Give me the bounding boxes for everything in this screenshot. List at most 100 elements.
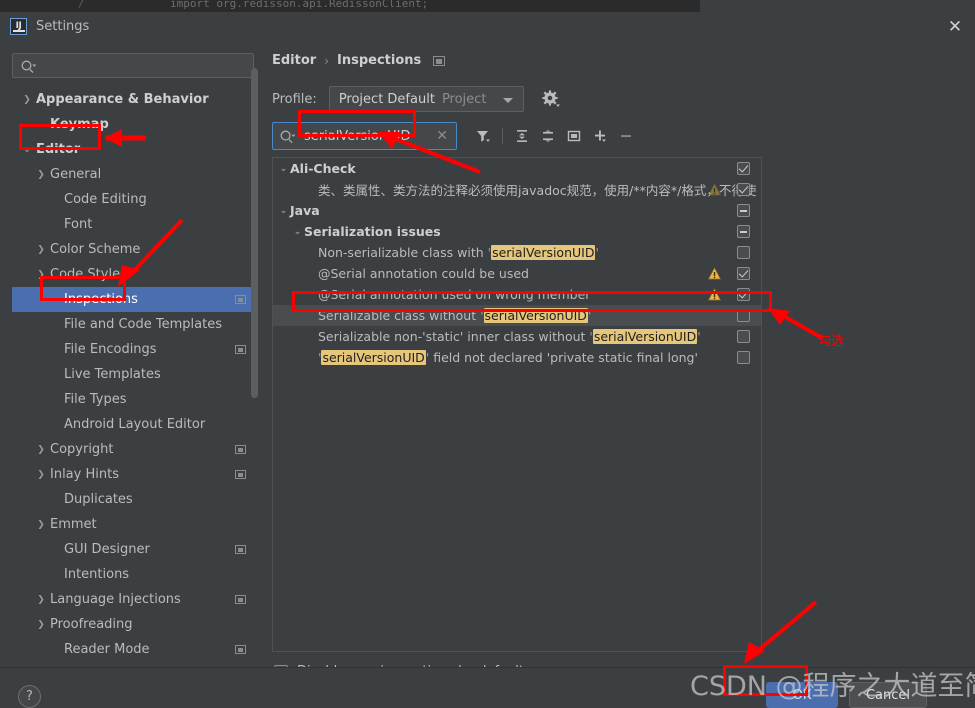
sidebar-item-language-injections[interactable]: ❯ Language Injections (12, 587, 258, 612)
sidebar-item-general[interactable]: ❯ General (12, 162, 258, 187)
inspection-row[interactable]: Serializable non-'static' inner class wi… (273, 326, 761, 347)
sidebar-item-inspections[interactable]: Inspections (12, 287, 258, 312)
chevron-right-icon[interactable]: ❯ (34, 595, 48, 605)
sidebar-item-code-editing[interactable]: Code Editing (12, 187, 258, 212)
inspection-row[interactable]: Non-serializable class with 'serialVersi… (273, 242, 761, 263)
sidebar-item-android-layout-editor[interactable]: Android Layout Editor (12, 412, 258, 437)
settings-tree[interactable]: ❯ Appearance & Behavior Keymap ⌄ Editor ❯ Gene… (12, 87, 258, 665)
sidebar-scrollbar-thumb[interactable] (251, 68, 258, 398)
inspection-row[interactable]: 类、类属性、类方法的注释必须使用javadoc规范，使用/**内容*/格式，不得… (273, 179, 761, 200)
chevron-down-icon[interactable]: ⌄ (277, 206, 290, 216)
chevron-right-icon[interactable]: ❯ (34, 620, 48, 630)
sidebar-item-label: Editor (36, 142, 81, 157)
chevron-right-icon[interactable]: ❯ (20, 95, 34, 105)
close-icon[interactable]: ✕ (943, 16, 967, 38)
filter-icon[interactable] (471, 124, 495, 148)
sidebar-item-label: Appearance & Behavior (36, 92, 209, 107)
chevron-right-icon[interactable]: ❯ (34, 520, 48, 530)
sidebar-item-intentions[interactable]: Intentions (12, 562, 258, 587)
chevron-right-icon[interactable]: ❯ (34, 470, 48, 480)
inspection-enabled-checkbox[interactable] (737, 183, 750, 196)
quote-char: ' (595, 245, 599, 260)
inspection-list[interactable]: ⌄ Ali-Check 类、类属性、类方法的注释必须使用javadoc规范，使用/*… (272, 157, 762, 652)
inspection-text: field not declared 'private static final… (429, 350, 698, 365)
gear-icon (542, 90, 560, 107)
chevron-right-icon[interactable]: ❯ (34, 170, 48, 180)
collapse-all-icon[interactable] (536, 124, 560, 148)
sidebar-item-appearance-behavior[interactable]: ❯ Appearance & Behavior (12, 87, 258, 112)
expand-all-icon[interactable] (510, 124, 534, 148)
sidebar-item-emmet[interactable]: ❯ Emmet (12, 512, 258, 537)
inspection-search-input[interactable] (304, 123, 432, 149)
sidebar-item-label: Duplicates (64, 492, 133, 507)
search-match-highlight: serialVersionUID (592, 329, 698, 344)
profile-select[interactable]: Project Default Project (328, 86, 524, 112)
sidebar-item-file-encodings[interactable]: File Encodings (12, 337, 258, 362)
chevron-right-icon[interactable]: ❯ (34, 270, 48, 280)
inspection-enabled-checkbox[interactable] (737, 309, 750, 322)
inspection-text: Serializable class without (318, 308, 481, 323)
sidebar-item-label: Code Editing (64, 192, 147, 207)
inspection-enabled-checkbox[interactable] (737, 330, 750, 343)
chevron-down-icon[interactable]: ⌄ (291, 227, 304, 237)
inspection-row[interactable]: 'serialVersionUID' field not declared 'p… (273, 347, 761, 368)
sidebar-item-duplicates[interactable]: Duplicates (12, 487, 258, 512)
inspection-enabled-checkbox[interactable] (737, 267, 750, 280)
sidebar-item-gui-designer[interactable]: GUI Designer (12, 537, 258, 562)
sidebar-item-label: Color Scheme (50, 242, 141, 257)
inspection-enabled-checkbox[interactable] (737, 225, 750, 238)
quote-char: ' (697, 329, 701, 344)
inspection-enabled-checkbox[interactable] (737, 204, 750, 217)
sidebar-item-editor[interactable]: ⌄ Editor (12, 137, 258, 162)
sidebar-item-copyright[interactable]: ❯ Copyright (12, 437, 258, 462)
sidebar-item-label: File and Code Templates (64, 317, 222, 332)
sidebar-item-reader-mode[interactable]: Reader Mode (12, 637, 258, 662)
remove-icon[interactable] (614, 124, 638, 148)
ide-code-line: import org.redisson.api.RedissonClient; (170, 0, 429, 10)
profile-label: Profile: (272, 91, 317, 107)
sidebar-item-code-style[interactable]: ❯ Code Style (12, 262, 258, 287)
sidebar-item-label: General (50, 167, 102, 182)
reset-icon[interactable] (562, 124, 586, 148)
chevron-right-icon[interactable]: ❯ (34, 445, 48, 455)
sidebar-item-file-types[interactable]: File Types (12, 387, 258, 412)
inspection-row[interactable]: Serializable class without 'serialVersio… (273, 305, 761, 326)
sidebar-item-file-and-code-templates[interactable]: File and Code Templates (12, 312, 258, 337)
sidebar-item-live-templates[interactable]: Live Templates (12, 362, 258, 387)
inspection-row[interactable]: ⌄ Serialization issues (273, 221, 761, 242)
inspection-search-row: ✕ (272, 122, 638, 150)
profile-settings-gear-button[interactable] (541, 89, 561, 109)
help-button[interactable]: ? (18, 685, 41, 708)
sidebar-item-label: Emmet (50, 517, 97, 532)
ide-code-slash: / (78, 0, 85, 10)
intellij-idea-icon: IJ (10, 18, 27, 35)
row-selection-strip (273, 305, 281, 326)
inspection-row[interactable]: ⌄ Java (273, 200, 761, 221)
sidebar-item-color-scheme[interactable]: ❯ Color Scheme (12, 237, 258, 262)
inspection-text: @Serial annotation could be used (318, 266, 529, 281)
inspection-row[interactable]: ⌄ Ali-Check (273, 158, 761, 179)
inspection-row[interactable]: @Serial annotation could be used (273, 263, 761, 284)
clear-search-icon[interactable]: ✕ (436, 128, 448, 145)
chevron-right-icon[interactable]: ❯ (34, 245, 48, 255)
inspection-row[interactable]: @Serial annotation used on wrong member (273, 284, 761, 305)
sidebar-item-textmate-bundles[interactable]: TextMate Bundles (12, 662, 258, 665)
inspection-enabled-checkbox[interactable] (737, 351, 750, 364)
inspection-enabled-checkbox[interactable] (737, 288, 750, 301)
sidebar-item-proofreading[interactable]: ❯ Proofreading (12, 612, 258, 637)
sidebar-item-font[interactable]: Font (12, 212, 258, 237)
breadcrumb-current: Inspections (337, 53, 422, 68)
inspection-enabled-checkbox[interactable] (737, 162, 750, 175)
add-icon[interactable] (588, 124, 612, 148)
breadcrumb-parent[interactable]: Editor (272, 53, 316, 68)
sidebar-item-label: Keymap (50, 117, 109, 132)
chevron-down-icon[interactable]: ⌄ (277, 164, 290, 174)
project-scope-badge-icon (235, 295, 246, 304)
sidebar-item-keymap[interactable]: Keymap (12, 112, 258, 137)
chevron-down-icon[interactable]: ⌄ (20, 145, 34, 155)
sidebar-scrollbar-track[interactable] (251, 42, 260, 620)
sidebar-item-inlay-hints[interactable]: ❯ Inlay Hints (12, 462, 258, 487)
inspection-enabled-checkbox[interactable] (737, 246, 750, 259)
inspection-search-box[interactable]: ✕ (272, 122, 457, 150)
sidebar-search-input[interactable] (12, 53, 254, 78)
